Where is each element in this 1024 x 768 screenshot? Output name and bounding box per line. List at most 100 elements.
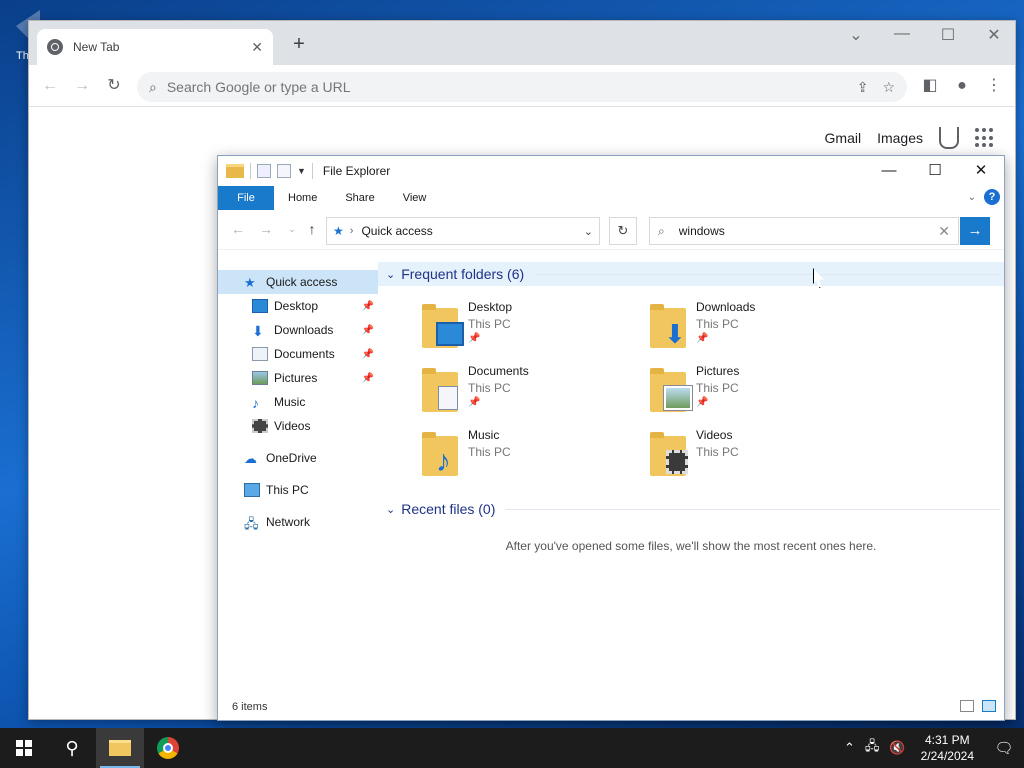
- taskbar-chrome[interactable]: [144, 728, 192, 768]
- folder-tile-videos[interactable]: Videos This PC: [646, 426, 866, 482]
- nav-item-videos[interactable]: Videos: [218, 414, 378, 438]
- up-arrow-icon[interactable]: ↑: [302, 219, 322, 239]
- folder-tile-pictures[interactable]: Pictures This PC 📌: [646, 362, 866, 418]
- search-go-button[interactable]: →: [960, 217, 990, 245]
- nav-item-onedrive[interactable]: ☁ OneDrive: [218, 446, 378, 470]
- forward-icon[interactable]: →: [71, 75, 93, 97]
- tab-search-chevron-icon[interactable]: ⌄: [841, 25, 871, 45]
- nav-item-documents[interactable]: Documents 📌: [218, 342, 378, 366]
- start-button[interactable]: [0, 728, 48, 768]
- address-dropdown-icon[interactable]: ⌄: [584, 225, 593, 238]
- folder-name: Videos: [696, 428, 733, 442]
- new-tab-button[interactable]: +: [287, 33, 311, 57]
- nav-item-downloads[interactable]: ⬇ Downloads 📌: [218, 318, 378, 342]
- nav-item-music[interactable]: ♪ Music: [218, 390, 378, 414]
- tab-title: New Tab: [73, 40, 120, 54]
- search-box[interactable]: ⌕ ✕: [649, 217, 959, 245]
- star-icon: ★: [244, 275, 256, 290]
- help-icon[interactable]: ?: [984, 189, 1000, 205]
- images-link[interactable]: Images: [877, 130, 923, 146]
- maximize-button[interactable]: ☐: [933, 25, 963, 45]
- notifications-icon[interactable]: 🗨: [984, 739, 1024, 757]
- tab-home[interactable]: Home: [274, 186, 331, 210]
- address-bar[interactable]: ★ › Quick access ⌄: [326, 217, 600, 245]
- nav-item-this-pc[interactable]: This PC: [218, 478, 378, 502]
- nav-label: Quick access: [266, 275, 338, 289]
- explorer-minimize-button[interactable]: —: [866, 156, 912, 186]
- taskbar-file-explorer[interactable]: [96, 728, 144, 768]
- tab-view[interactable]: View: [389, 186, 441, 210]
- pin-icon: 📌: [468, 397, 481, 408]
- tab-new-tab[interactable]: New Tab ✕: [37, 29, 273, 65]
- omnibox-input[interactable]: [166, 79, 843, 95]
- properties-icon[interactable]: [257, 164, 271, 178]
- breadcrumb-separator-icon: ›: [349, 225, 354, 237]
- tab-file[interactable]: File: [218, 186, 274, 210]
- tab-close-button[interactable]: ✕: [251, 39, 263, 56]
- details-view-icon[interactable]: [960, 700, 974, 712]
- document-icon: [252, 347, 268, 361]
- nav-item-desktop[interactable]: Desktop 📌: [218, 294, 378, 318]
- recent-locations-chevron-icon[interactable]: ⌄: [282, 219, 302, 239]
- search-input[interactable]: [678, 224, 939, 238]
- labs-flask-icon[interactable]: [939, 127, 959, 149]
- minimize-button[interactable]: —: [887, 25, 917, 43]
- folder-name: Documents: [468, 364, 529, 378]
- pin-icon: 📌: [468, 333, 481, 344]
- group-title: Recent files (0): [401, 501, 496, 517]
- taskbar-search-button[interactable]: ⚲: [48, 728, 96, 768]
- content-pane: ⌄ Frequent folders (6) Desktop This PC 📌…: [378, 260, 1004, 694]
- volume-muted-icon[interactable]: 🔇: [889, 740, 905, 756]
- folder-name: Desktop: [468, 300, 513, 314]
- large-icons-view-icon[interactable]: [982, 700, 996, 712]
- nav-item-quick-access[interactable]: ★ Quick access: [218, 270, 378, 294]
- download-arrow-icon: ⬇: [252, 323, 264, 339]
- expand-ribbon-chevron-icon[interactable]: ⌄: [968, 192, 976, 203]
- network-status-icon[interactable]: 🖧: [865, 737, 880, 759]
- clock[interactable]: 4:31 PM 2/24/2024: [921, 732, 974, 764]
- back-arrow-icon[interactable]: ←: [228, 219, 248, 239]
- folder-tile-music[interactable]: ♪ Music This PC: [418, 426, 638, 482]
- new-folder-icon[interactable]: [277, 164, 291, 178]
- clear-search-icon[interactable]: ✕: [938, 223, 950, 240]
- forward-arrow-icon[interactable]: →: [256, 219, 276, 239]
- pin-icon: 📌: [696, 333, 709, 344]
- omnibox[interactable]: ⌕ ⇪ ☆: [137, 72, 907, 102]
- refresh-button[interactable]: ↻: [609, 217, 637, 245]
- profile-avatar-icon[interactable]: ●: [951, 75, 973, 97]
- show-hidden-icons-chevron-icon[interactable]: ⌃: [844, 740, 855, 756]
- close-button[interactable]: ✕: [979, 25, 1009, 45]
- folder-tile-desktop[interactable]: Desktop This PC 📌: [418, 298, 638, 354]
- folder-name: Pictures: [696, 364, 740, 378]
- explorer-body: ★ Quick access Desktop 📌 ⬇ Downloads 📌 D…: [218, 260, 1004, 694]
- explorer-title: File Explorer: [322, 164, 391, 178]
- customize-qat-dropdown-icon[interactable]: ▼: [297, 166, 306, 176]
- side-panel-icon[interactable]: ◧: [919, 75, 941, 97]
- collapse-chevron-icon[interactable]: ⌄: [386, 268, 395, 281]
- folder-tile-downloads[interactable]: ⬇ Downloads This PC 📌: [646, 298, 866, 354]
- back-icon[interactable]: ←: [39, 75, 61, 97]
- folder-location: This PC: [468, 381, 511, 395]
- explorer-maximize-button[interactable]: ☐: [912, 156, 958, 186]
- folder-location: This PC: [468, 317, 511, 331]
- menu-kebab-icon[interactable]: ⋮: [983, 75, 1005, 97]
- frequent-folders-header[interactable]: ⌄ Frequent folders (6): [378, 262, 1004, 286]
- tab-share[interactable]: Share: [331, 186, 388, 210]
- item-count: 6 items: [232, 701, 268, 713]
- chrome-toolbar: ← → ↻ ⌕ ⇪ ☆ ◧ ● ⋮: [29, 65, 1015, 107]
- reload-icon[interactable]: ↻: [103, 75, 125, 97]
- videos-folder-icon: [650, 432, 692, 476]
- gmail-link[interactable]: Gmail: [825, 130, 862, 146]
- ntp-top-links: Gmail Images: [825, 127, 995, 149]
- share-icon[interactable]: ⇪: [857, 79, 869, 96]
- folder-tile-documents[interactable]: Documents This PC 📌: [418, 362, 638, 418]
- nav-label: Desktop: [274, 299, 319, 313]
- folder-location: This PC: [696, 317, 739, 331]
- explorer-close-button[interactable]: ✕: [958, 156, 1004, 186]
- recent-files-header[interactable]: ⌄ Recent files (0): [378, 497, 1004, 521]
- nav-item-pictures[interactable]: Pictures 📌: [218, 366, 378, 390]
- nav-item-network[interactable]: 🖧 Network: [218, 510, 378, 534]
- google-apps-icon[interactable]: [975, 128, 995, 148]
- bookmark-star-icon[interactable]: ☆: [882, 79, 895, 96]
- collapse-chevron-icon[interactable]: ⌄: [386, 503, 395, 516]
